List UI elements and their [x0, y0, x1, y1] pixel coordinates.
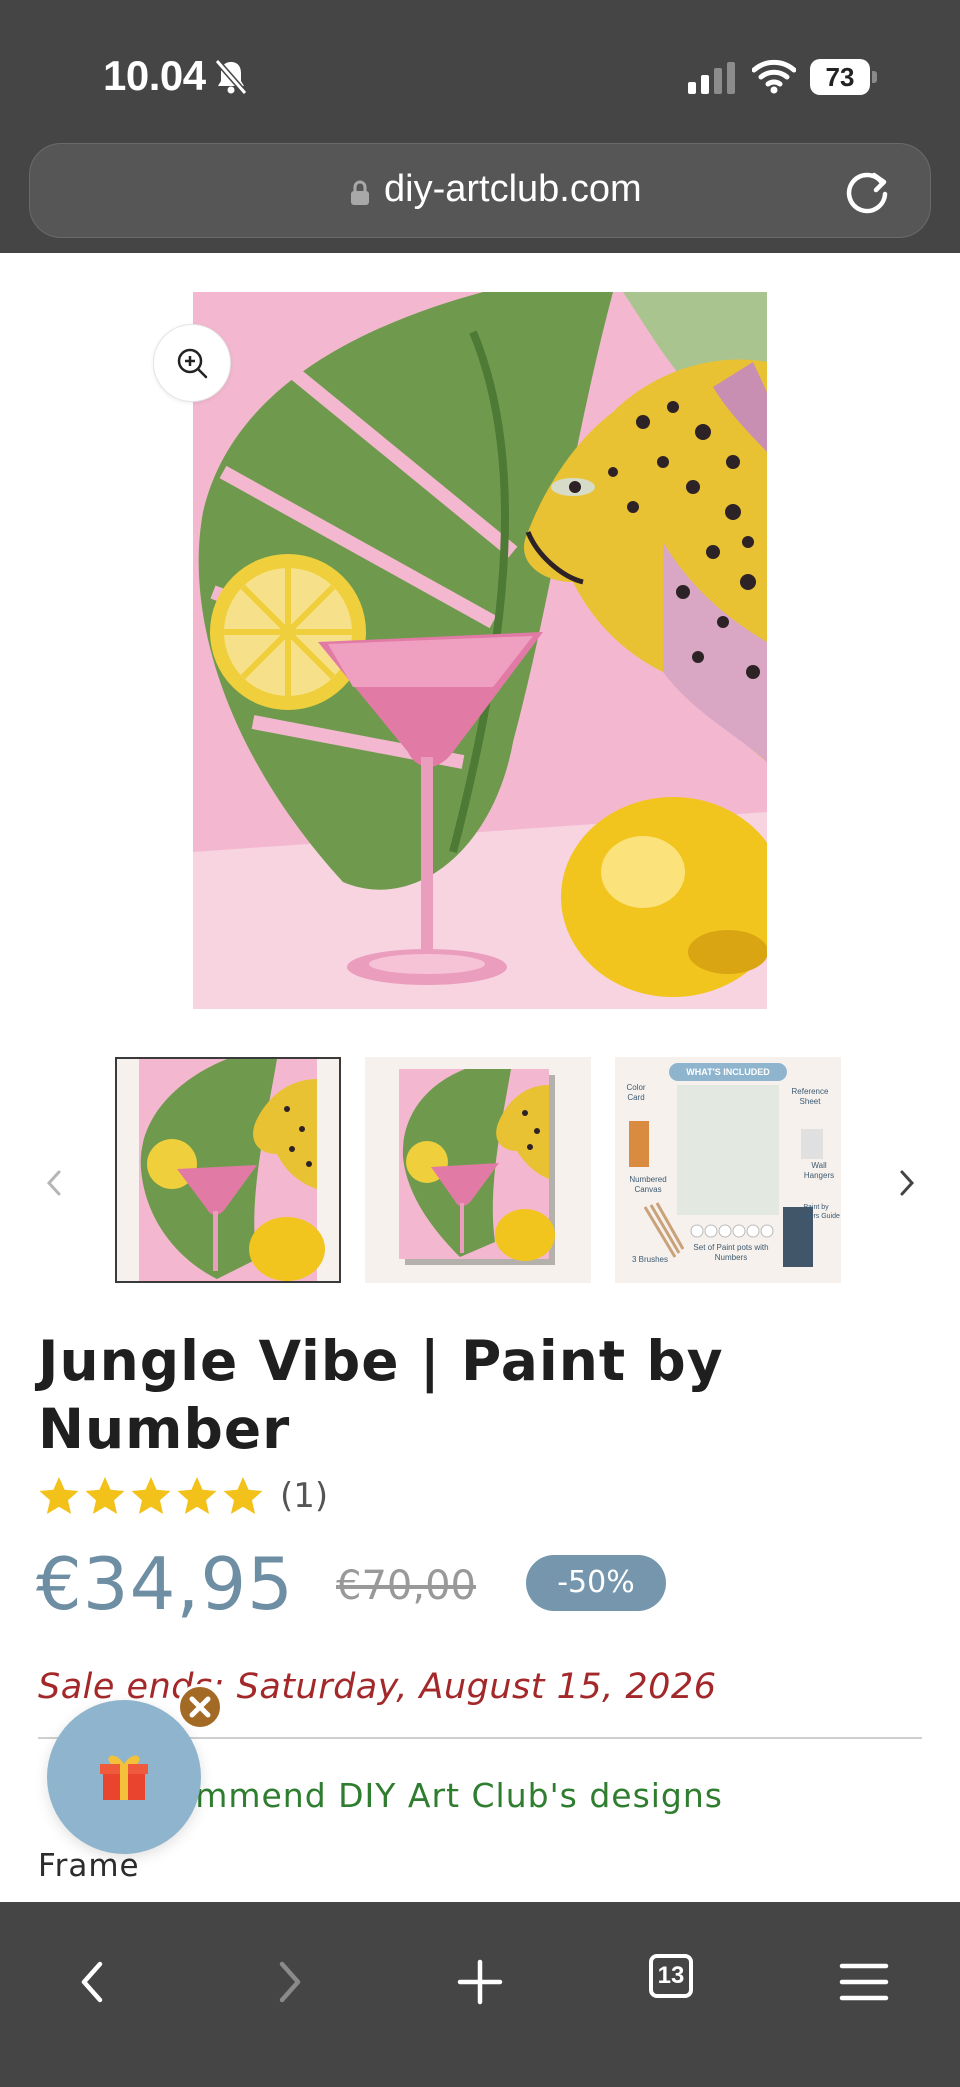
lock-icon	[351, 180, 369, 205]
browser-chrome-top: 10.04 73 diy-artclub.com	[0, 0, 960, 253]
product-main-image[interactable]	[193, 292, 767, 1009]
included-numbered-canvas: Numbered Canvas	[629, 1175, 667, 1194]
star-icon	[39, 1477, 79, 1514]
back-icon[interactable]	[64, 1952, 124, 2012]
star-icon	[223, 1477, 263, 1514]
cellular-signal-icon	[688, 62, 735, 94]
included-wall-hangers: Wall Hangers	[803, 1161, 835, 1180]
thumbnail-1[interactable]	[115, 1057, 341, 1283]
thumbnail-3[interactable]: WHAT'S INCLUDED Color Card Reference She…	[615, 1057, 841, 1283]
gift-icon	[100, 1755, 148, 1800]
url-text: diy-artclub.com	[384, 168, 642, 210]
leopard-cocktail-painting	[193, 292, 767, 1009]
discount-badge: -50%	[526, 1555, 666, 1611]
included-guide: Paint by numbers Guide	[792, 1204, 840, 1220]
review-count: (1)	[280, 1476, 329, 1516]
star-icon	[177, 1477, 217, 1514]
chevron-right-icon[interactable]	[892, 1166, 922, 1200]
close-icon	[189, 1696, 211, 1718]
forward-icon[interactable]	[258, 1952, 318, 2012]
product-title: Jungle Vibe | Paint by Number	[38, 1329, 724, 1461]
status-time: 10.04	[103, 52, 206, 99]
menu-icon[interactable]	[834, 1952, 894, 2012]
recommend-label: ommend DIY Art Club's designs	[174, 1776, 723, 1815]
browser-toolbar-bottom: 13	[0, 1902, 960, 2087]
gift-button[interactable]	[47, 1700, 201, 1854]
zoom-in-icon	[177, 348, 208, 379]
thumbnail-2[interactable]	[365, 1057, 591, 1283]
tabs-button[interactable]: 13	[649, 1954, 693, 1998]
silent-bell-icon	[214, 59, 248, 95]
rating[interactable]: (1)	[38, 1475, 328, 1517]
gift-close-button[interactable]	[177, 1684, 223, 1730]
original-price: €70,00	[336, 1563, 476, 1609]
battery-level: 73	[810, 59, 870, 95]
sale-price: €34,95	[36, 1542, 294, 1626]
included-brushes: 3 Brushes	[631, 1255, 669, 1264]
thumbnail-painting	[139, 1059, 325, 1281]
battery-indicator: 73	[810, 59, 877, 95]
zoom-button[interactable]	[153, 324, 231, 402]
included-paint-pots: Set of Paint pots with Numbers	[693, 1243, 769, 1262]
star-icon	[85, 1477, 125, 1514]
wifi-icon	[752, 59, 796, 94]
included-color-card: Color Card	[626, 1083, 646, 1102]
reload-icon[interactable]	[842, 166, 892, 216]
battery-tip	[872, 71, 877, 83]
star-icon	[131, 1477, 171, 1514]
chevron-left-icon[interactable]	[39, 1166, 69, 1200]
address-bar[interactable]: diy-artclub.com	[29, 143, 931, 238]
thumbnail-canvas-mockup	[365, 1057, 591, 1283]
whats-included-heading: WHAT'S INCLUDED	[686, 1067, 770, 1077]
included-reference-sheet: Reference Sheet	[791, 1087, 829, 1106]
new-tab-icon[interactable]	[450, 1952, 510, 2012]
